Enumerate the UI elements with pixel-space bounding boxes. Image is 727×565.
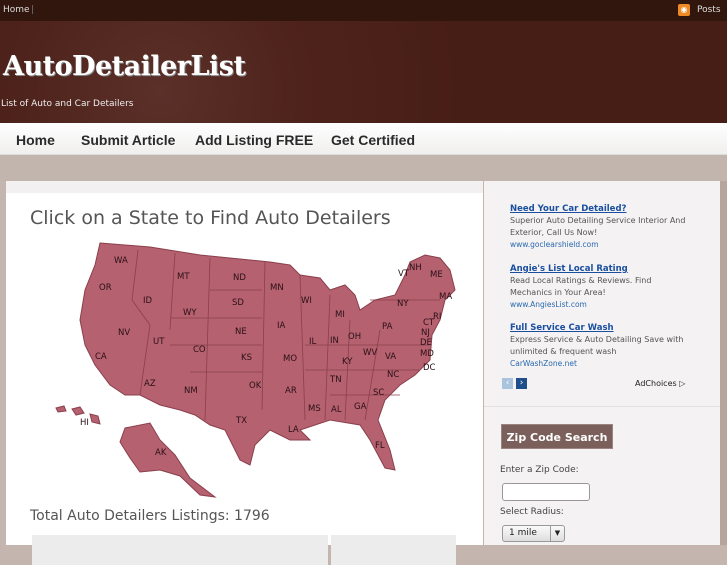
ad-url[interactable]: www.AngiesList.com bbox=[510, 299, 690, 311]
state-dc[interactable]: DC bbox=[423, 363, 436, 373]
nav-add-listing[interactable]: Add Listing FREE bbox=[195, 132, 313, 148]
state-ca[interactable]: CA bbox=[95, 352, 107, 362]
ad-text: Superior Auto Detailing Service Interior… bbox=[510, 216, 686, 237]
state-la[interactable]: LA bbox=[288, 425, 299, 435]
us-state-map[interactable]: WA OR ID MT WY NV UT CA AZ CO NM ND SD NE KS OK TX MN IA MO… bbox=[6, 193, 483, 523]
site-tagline: List of Auto and Car Detailers bbox=[1, 99, 134, 109]
divider bbox=[484, 406, 720, 407]
divider: | bbox=[31, 5, 35, 15]
state-ks[interactable]: KS bbox=[241, 353, 252, 363]
table-header-cell bbox=[331, 535, 456, 565]
state-sc[interactable]: SC bbox=[373, 388, 384, 398]
site-logo[interactable]: AutoDetailerList bbox=[3, 51, 246, 82]
state-ut[interactable]: UT bbox=[153, 337, 165, 347]
state-id[interactable]: ID bbox=[143, 296, 153, 306]
chevron-left-icon[interactable]: ‹ bbox=[502, 378, 513, 389]
state-nd[interactable]: ND bbox=[233, 273, 246, 283]
state-ma[interactable]: MA bbox=[439, 292, 452, 302]
zip-code-search-button[interactable]: Zip Code Search bbox=[501, 424, 613, 449]
state-ok[interactable]: OK bbox=[249, 381, 262, 391]
chevron-down-icon[interactable]: ▼ bbox=[550, 526, 564, 541]
radius-label: Select Radius: bbox=[500, 507, 564, 517]
state-ri[interactable]: RI bbox=[433, 312, 441, 322]
zip-code-input[interactable] bbox=[502, 483, 590, 501]
state-mi[interactable]: MI bbox=[335, 310, 345, 320]
ad-text: Read Local Ratings & Reviews. Find Mecha… bbox=[510, 276, 652, 297]
state-mo[interactable]: MO bbox=[283, 354, 297, 364]
state-de[interactable]: DE bbox=[420, 338, 432, 348]
total-listings: Total Auto Detailers Listings: 1796 bbox=[30, 508, 270, 524]
chevron-right-icon[interactable]: › bbox=[516, 378, 527, 389]
map-hawaii bbox=[55, 405, 101, 425]
state-nh[interactable]: NH bbox=[409, 263, 422, 273]
ad-item[interactable]: Full Service Car Wash Express Service & … bbox=[510, 322, 690, 370]
state-oh[interactable]: OH bbox=[348, 332, 361, 342]
state-pa[interactable]: PA bbox=[382, 322, 393, 332]
state-md[interactable]: MD bbox=[420, 349, 434, 359]
state-ak[interactable]: AK bbox=[155, 448, 167, 458]
nav-home[interactable]: Home bbox=[16, 132, 55, 148]
ad-url[interactable]: CarWashZone.net bbox=[510, 358, 690, 370]
state-wy[interactable]: WY bbox=[183, 308, 197, 318]
state-wv[interactable]: WV bbox=[363, 348, 377, 358]
top-home-link[interactable]: Home bbox=[3, 5, 30, 15]
site-header: AutoDetailerList List of Auto and Car De… bbox=[0, 21, 727, 123]
table-header-cell bbox=[32, 535, 328, 565]
state-ny[interactable]: NY bbox=[397, 299, 409, 309]
ad-title[interactable]: Need Your Car Detailed? bbox=[510, 203, 690, 215]
map-alaska bbox=[119, 422, 217, 498]
state-wi[interactable]: WI bbox=[301, 296, 312, 306]
state-fl[interactable]: FL bbox=[375, 441, 385, 451]
state-sd[interactable]: SD bbox=[232, 298, 244, 308]
state-tx[interactable]: TX bbox=[235, 416, 247, 426]
state-il[interactable]: IL bbox=[309, 337, 317, 347]
state-ia[interactable]: IA bbox=[277, 321, 286, 331]
state-mt[interactable]: MT bbox=[177, 272, 190, 282]
state-ne[interactable]: NE bbox=[235, 327, 247, 337]
page-edge bbox=[720, 181, 727, 545]
state-ms[interactable]: MS bbox=[308, 404, 321, 414]
ad-title[interactable]: Full Service Car Wash bbox=[510, 322, 690, 334]
state-me[interactable]: ME bbox=[430, 270, 443, 280]
state-wa[interactable]: WA bbox=[114, 256, 128, 266]
ad-item[interactable]: Need Your Car Detailed? Superior Auto De… bbox=[510, 203, 690, 251]
header-band bbox=[0, 155, 727, 181]
radius-value: 1 mile bbox=[509, 528, 537, 538]
main-content: Click on a State to Find Auto Detailers … bbox=[6, 181, 483, 565]
ad-text: Express Service & Auto Detailing Save wi… bbox=[510, 335, 684, 356]
state-ky[interactable]: KY bbox=[342, 357, 353, 367]
posts-feed-link[interactable]: Posts bbox=[697, 5, 721, 15]
radius-select[interactable]: 1 mile ▼ bbox=[502, 525, 565, 542]
state-mn[interactable]: MN bbox=[270, 283, 284, 293]
adchoices-link[interactable]: AdChoices ▷ bbox=[635, 379, 685, 388]
nav-submit-article[interactable]: Submit Article bbox=[81, 132, 175, 148]
ad-item[interactable]: Angie's List Local Rating Read Local Rat… bbox=[510, 263, 690, 311]
nav-get-certified[interactable]: Get Certified bbox=[331, 132, 415, 148]
rss-icon[interactable]: ◉ bbox=[678, 4, 690, 16]
state-hi[interactable]: HI bbox=[80, 418, 89, 428]
main-nav: Home Submit Article Add Listing FREE Get… bbox=[0, 123, 727, 155]
ad-title[interactable]: Angie's List Local Rating bbox=[510, 263, 690, 275]
ad-url[interactable]: www.goclearshield.com bbox=[510, 239, 690, 251]
state-nm[interactable]: NM bbox=[184, 386, 198, 396]
zip-label: Enter a Zip Code: bbox=[500, 465, 579, 475]
state-az[interactable]: AZ bbox=[144, 379, 156, 389]
state-co[interactable]: CO bbox=[193, 345, 206, 355]
top-bar: Home | ◉ Posts bbox=[0, 0, 727, 21]
state-nv[interactable]: NV bbox=[118, 328, 130, 338]
state-nj[interactable]: NJ bbox=[421, 328, 430, 338]
sidebar: Need Your Car Detailed? Superior Auto De… bbox=[484, 181, 720, 545]
state-va[interactable]: VA bbox=[385, 352, 396, 362]
state-al[interactable]: AL bbox=[331, 405, 342, 415]
state-ga[interactable]: GA bbox=[354, 402, 367, 412]
state-tn[interactable]: TN bbox=[329, 375, 342, 385]
state-ar[interactable]: AR bbox=[285, 386, 297, 396]
state-nc[interactable]: NC bbox=[387, 370, 399, 380]
state-in[interactable]: IN bbox=[330, 336, 339, 346]
state-or[interactable]: OR bbox=[99, 283, 112, 293]
